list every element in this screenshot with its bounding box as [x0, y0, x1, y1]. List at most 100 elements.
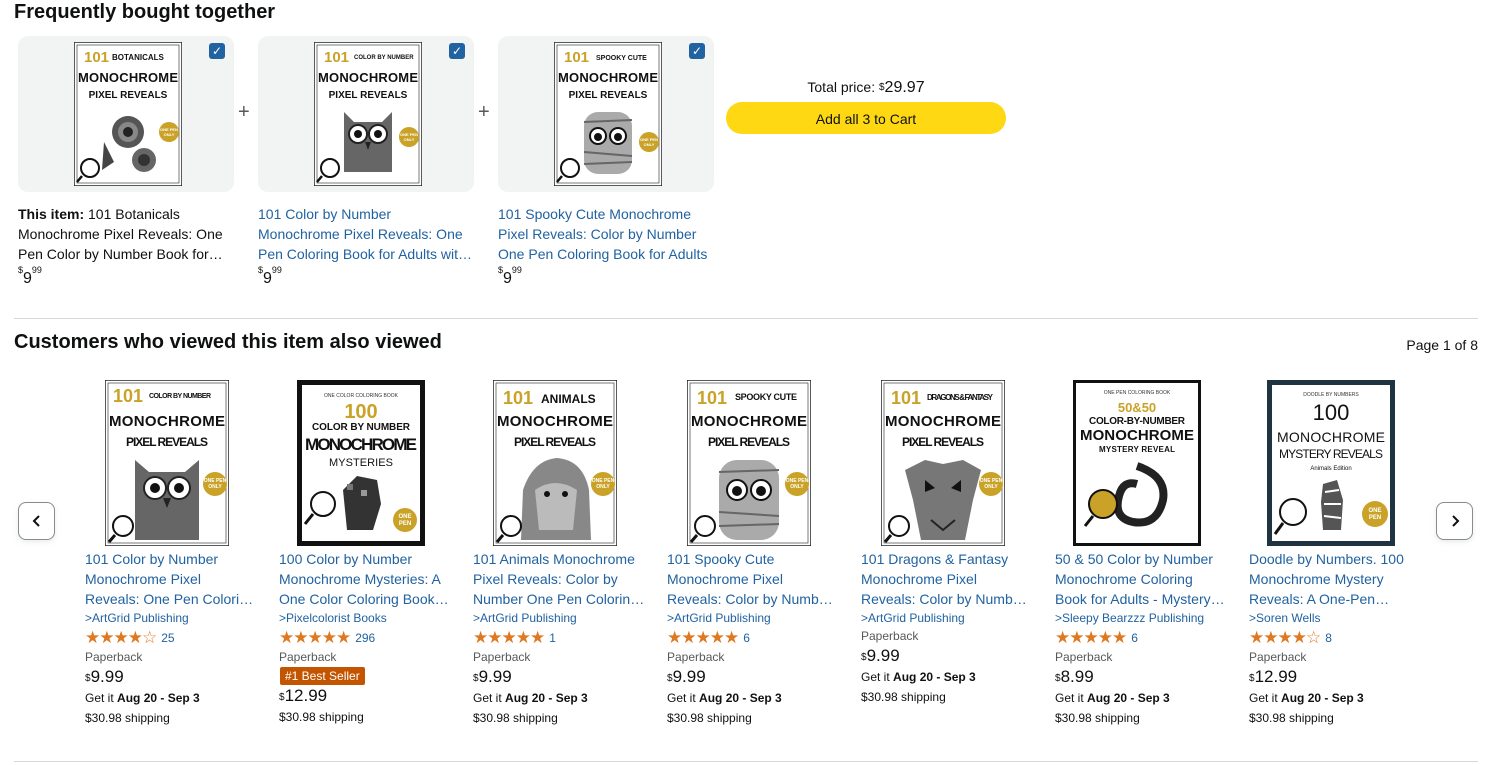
book-cover-image[interactable]: 101 COLOR BY NUMBER MONOCHROME PIXEL REV… — [105, 380, 229, 546]
svg-text:ONE PEN COLORING BOOK: ONE PEN COLORING BOOK — [1104, 390, 1171, 396]
product-price: $9.99 — [667, 667, 706, 686]
fbt-item-checkbox[interactable]: ✓ — [689, 43, 705, 59]
review-count[interactable]: 8 — [1325, 629, 1332, 647]
plus-icon: + — [238, 101, 250, 123]
fbt-item-image-card[interactable]: 101 COLOR BY NUMBER MONOCHROME PIXEL REV… — [258, 36, 474, 192]
total-price-value: 29.97 — [884, 79, 925, 96]
shipping-cost: $30.98 shipping — [1055, 711, 1140, 725]
product-title-link[interactable]: 101 Color by Number Monochrome Pixel Rev… — [85, 549, 257, 609]
rating-row[interactable]: ★★★★★ 1 — [473, 627, 645, 648]
review-count[interactable]: 6 — [1131, 629, 1138, 647]
book-cover-image[interactable]: 101 SPOOKY CUTE MONOCHROME PIXEL REVEALS… — [687, 380, 811, 546]
star-rating-icon: ★★★★★ — [1055, 627, 1127, 647]
svg-text:MYSTERIES: MYSTERIES — [329, 457, 393, 469]
svg-text:COLOR BY NUMBER: COLOR BY NUMBER — [312, 422, 411, 433]
author-link[interactable]: >Sleepy Bearzzz Publishing — [1055, 609, 1227, 627]
product-card: ONE COLOR COLORING BOOK 100 COLOR BY NUM… — [279, 378, 451, 727]
svg-text:ONE: ONE — [1368, 508, 1381, 514]
author-link[interactable]: >ArtGrid Publishing — [85, 609, 257, 627]
book-cover-image[interactable]: 101 COLOR BY NUMBER MONOCHROME PIXEL REV… — [314, 42, 422, 186]
svg-text:DOODLE BY NUMBERS: DOODLE BY NUMBERS — [1303, 392, 1359, 398]
product-card: ONE PEN COLORING BOOK 50&50 COLOR-BY-NUM… — [1055, 378, 1227, 728]
review-count[interactable]: 296 — [355, 629, 375, 647]
fbt-item-title-link[interactable]: 101 Spooky Cute Monochrome Pixel Reveals… — [498, 204, 712, 264]
section-divider — [14, 318, 1478, 319]
review-count[interactable]: 6 — [743, 629, 750, 647]
svg-text:ONLY: ONLY — [208, 484, 222, 490]
add-all-to-cart-button[interactable]: Add all 3 to Cart — [726, 102, 1006, 134]
svg-text:PEN: PEN — [1369, 515, 1381, 521]
rating-row[interactable]: ★★★★★ 6 — [1055, 627, 1227, 648]
svg-text:ONE: ONE — [398, 514, 411, 520]
author-link[interactable]: >ArtGrid Publishing — [861, 609, 1033, 627]
book-cover-image[interactable]: 101 SPOOKY CUTE MONOCHROME PIXEL REVEALS… — [554, 42, 662, 186]
book-cover-image[interactable]: 101 DRAGONS & FANTASY MONOCHROME PIXEL R… — [881, 380, 1005, 546]
fbt-item-image-card[interactable]: 101 SPOOKY CUTE MONOCHROME PIXEL REVEALS… — [498, 36, 714, 192]
svg-text:PIXEL REVEALS: PIXEL REVEALS — [708, 435, 790, 449]
svg-text:MONOCHROME: MONOCHROME — [497, 413, 613, 430]
product-title-link[interactable]: Doodle by Numbers. 100 Monochrome Myster… — [1249, 549, 1421, 609]
product-title-link[interactable]: 101 Animals Monochrome Pixel Reveals: Co… — [473, 549, 645, 609]
author-link[interactable]: >Soren Wells — [1249, 609, 1421, 627]
section-divider — [14, 761, 1478, 762]
rating-row[interactable]: ★★★★☆ 8 — [1249, 627, 1421, 648]
svg-text:ONLY: ONLY — [644, 142, 655, 147]
author-link[interactable]: >Pixelcolorist Books — [279, 609, 451, 627]
format-label: Paperback — [861, 629, 919, 643]
cover-subtitle: BOTANICALS — [112, 53, 165, 62]
product-price: $8.99 — [1055, 667, 1094, 686]
fbt-section-title: Frequently bought together — [14, 1, 276, 23]
delivery-info: Get it Aug 20 - Sep 3 — [85, 691, 200, 705]
author-link[interactable]: >ArtGrid Publishing — [473, 609, 645, 627]
svg-text:Animals Edition: Animals Edition — [1310, 466, 1351, 472]
delivery-info: Get it Aug 20 - Sep 3 — [1055, 691, 1170, 705]
cover-main-title: MONOCHROME — [78, 70, 178, 85]
product-card: DOODLE BY NUMBERS 100 MONOCHROME MYSTERY… — [1249, 378, 1421, 728]
book-cover-image[interactable]: ONE PEN COLORING BOOK 50&50 COLOR-BY-NUM… — [1073, 380, 1201, 546]
review-count[interactable]: 1 — [549, 629, 556, 647]
svg-text:COLOR-BY-NUMBER: COLOR-BY-NUMBER — [1089, 416, 1186, 427]
fbt-item-title-link[interactable]: 101 Color by Number Monochrome Pixel Rev… — [258, 204, 472, 264]
svg-text:MYSTERY REVEALS: MYSTERY REVEALS — [1279, 447, 1383, 461]
fbt-item-checkbox[interactable]: ✓ — [449, 43, 465, 59]
product-card: 101 DRAGONS & FANTASY MONOCHROME PIXEL R… — [861, 378, 1033, 707]
star-rating-icon: ★★★★★ — [473, 627, 545, 647]
delivery-info: Get it Aug 20 - Sep 3 — [667, 691, 782, 705]
rating-row[interactable]: ★★★★☆ 25 — [85, 627, 257, 648]
also-viewed-section-title: Customers who viewed this item also view… — [14, 331, 442, 353]
shipping-cost: $30.98 shipping — [1249, 711, 1334, 725]
rating-row[interactable]: ★★★★★ 6 — [667, 627, 839, 648]
svg-text:101: 101 — [113, 386, 143, 406]
fbt-item-price: $999 — [498, 265, 522, 287]
delivery-info: Get it Aug 20 - Sep 3 — [1249, 691, 1364, 705]
product-title-link[interactable]: 100 Color by Number Monochrome Mysteries… — [279, 549, 451, 609]
format-label: Paperback — [1055, 650, 1113, 664]
review-count[interactable]: 25 — [161, 629, 174, 647]
author-link[interactable]: >ArtGrid Publishing — [667, 609, 839, 627]
best-seller-badge[interactable]: #1 Best Seller — [280, 667, 365, 685]
svg-text:ONLY: ONLY — [164, 132, 175, 137]
book-cover-image[interactable]: 101 BOTANICALS MONOCHROME PIXEL REVEALS … — [74, 42, 182, 186]
shipping-cost: $30.98 shipping — [473, 711, 558, 725]
fbt-item-checkbox[interactable]: ✓ — [209, 43, 225, 59]
product-title-link[interactable]: 101 Spooky Cute Monochrome Pixel Reveals… — [667, 549, 839, 609]
shipping-cost: $30.98 shipping — [85, 711, 170, 725]
rating-row[interactable]: ★★★★★ 296 — [279, 627, 451, 648]
svg-text:50&50: 50&50 — [1118, 400, 1156, 415]
fbt-item-image-card[interactable]: 101 BOTANICALS MONOCHROME PIXEL REVEALS … — [18, 36, 234, 192]
product-card: 101 SPOOKY CUTE MONOCHROME PIXEL REVEALS… — [667, 378, 839, 728]
product-title-link[interactable]: 101 Dragons & Fantasy Monochrome Pixel R… — [861, 549, 1033, 609]
book-cover-image[interactable]: DOODLE BY NUMBERS 100 MONOCHROME MYSTERY… — [1267, 380, 1395, 546]
book-cover-image[interactable]: ONE COLOR COLORING BOOK 100 COLOR BY NUM… — [297, 380, 425, 546]
shipping-cost: $30.98 shipping — [279, 710, 364, 724]
fbt-total-price: Total price: $29.97 — [726, 76, 1006, 99]
product-title-link[interactable]: 50 & 50 Color by Number Monochrome Color… — [1055, 549, 1227, 609]
total-price-label: Total price: — [807, 79, 876, 95]
product-price: $9.99 — [473, 667, 512, 686]
book-cover-image[interactable]: 101 ANIMALS MONOCHROME PIXEL REVEALS ONE… — [493, 380, 617, 546]
format-label: Paperback — [473, 650, 531, 664]
svg-text:MONOCHROME: MONOCHROME — [305, 435, 417, 454]
carousel-next-button[interactable] — [1436, 502, 1473, 540]
svg-text:PIXEL REVEALS: PIXEL REVEALS — [514, 435, 596, 449]
carousel-prev-button[interactable] — [18, 502, 55, 540]
